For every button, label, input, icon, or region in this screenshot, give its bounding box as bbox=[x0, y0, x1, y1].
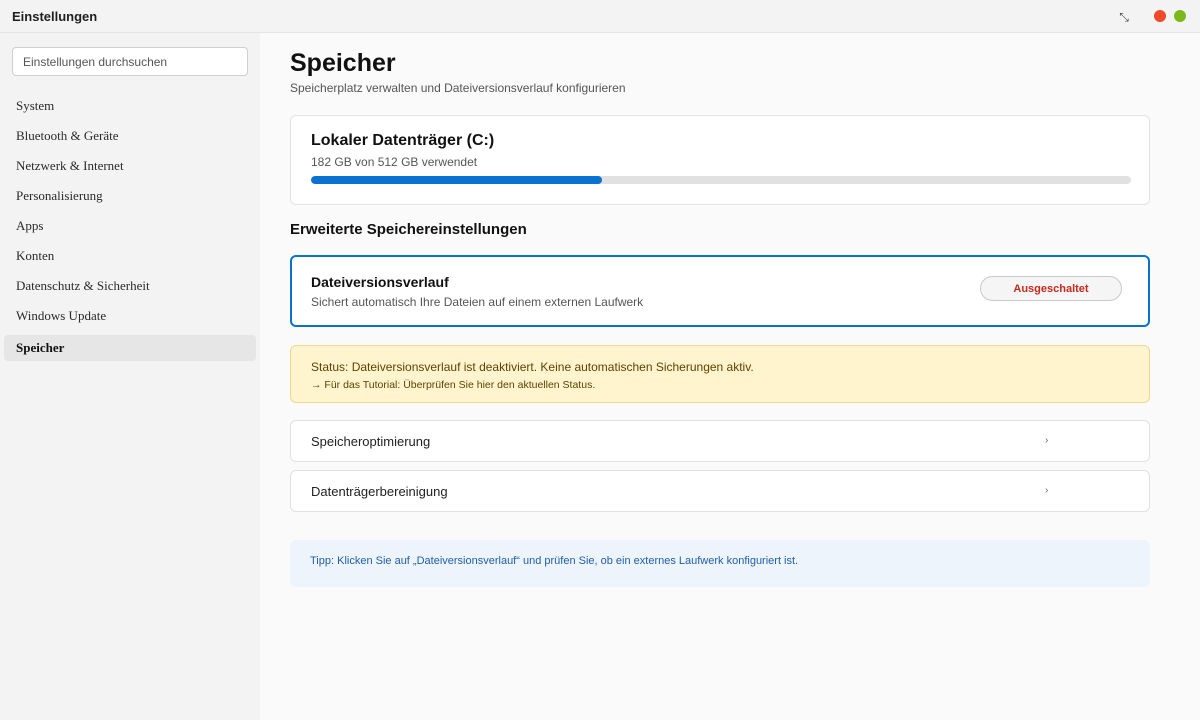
disk-title: Lokaler Datenträger (C:) bbox=[311, 132, 495, 149]
status-banner: Status: Dateiversionsverlauf ist deaktiv… bbox=[290, 345, 1150, 403]
file-history-title: Dateiversionsverlauf bbox=[311, 274, 449, 290]
disk-card: Lokaler Datenträger (C:) 182 GB von 512 … bbox=[290, 115, 1150, 205]
window-title: Einstellungen bbox=[12, 9, 98, 24]
resize-icon[interactable]: ⤡ bbox=[1116, 9, 1132, 25]
disk-usage-fill bbox=[311, 176, 603, 184]
row-label: Datenträgerbereinigung bbox=[311, 484, 448, 499]
disk-usage-text: 182 GB von 512 GB verwendet bbox=[311, 155, 478, 169]
status-hint: → Für das Tutorial: Überprüfen Sie hier … bbox=[311, 379, 596, 391]
file-history-description: Sichert automatisch Ihre Dateien auf ein… bbox=[311, 295, 644, 309]
page-title: Speicher bbox=[290, 49, 396, 77]
title-bar: Einstellungen ⤡ bbox=[0, 0, 1200, 33]
section-heading: Erweiterte Speichereinstellungen bbox=[290, 221, 527, 238]
main-content: Speicher Speicherplatz verwalten und Dat… bbox=[260, 33, 1200, 720]
row-storage-sense[interactable]: Speicheroptimierung › bbox=[290, 420, 1150, 462]
chevron-right-icon: › bbox=[1045, 435, 1049, 446]
disk-usage-bar bbox=[311, 176, 1131, 184]
search-input[interactable] bbox=[12, 47, 248, 76]
sidebar-item-storage[interactable]: Speicher bbox=[4, 335, 256, 361]
tip-box: Tipp: Klicken Sie auf „Dateiversionsverl… bbox=[290, 540, 1150, 587]
page-subtitle: Speicherplatz verwalten und Dateiversion… bbox=[290, 81, 626, 95]
sidebar-item-network[interactable]: Netzwerk & Internet bbox=[4, 153, 256, 179]
maximize-dot-icon[interactable] bbox=[1174, 10, 1186, 22]
sidebar-item-personalization[interactable]: Personalisierung bbox=[4, 183, 256, 209]
file-history-card[interactable]: Dateiversionsverlauf Sichert automatisch… bbox=[290, 255, 1150, 327]
sidebar-item-bluetooth[interactable]: Bluetooth & Geräte bbox=[4, 123, 256, 149]
status-text: Status: Dateiversionsverlauf ist deaktiv… bbox=[311, 360, 754, 374]
file-history-toggle-button[interactable]: Ausgeschaltet bbox=[980, 276, 1122, 301]
sidebar-item-privacy[interactable]: Datenschutz & Sicherheit bbox=[4, 273, 256, 299]
sidebar-item-system[interactable]: System bbox=[4, 93, 256, 119]
sidebar-item-apps[interactable]: Apps bbox=[4, 213, 256, 239]
settings-window: Einstellungen ⤡ System Bluetooth & Gerät… bbox=[0, 0, 1200, 720]
close-dot-icon[interactable] bbox=[1154, 10, 1166, 22]
row-disk-cleanup[interactable]: Datenträgerbereinigung › bbox=[290, 470, 1150, 512]
sidebar-item-accounts[interactable]: Konten bbox=[4, 243, 256, 269]
sidebar-item-windows-update[interactable]: Windows Update bbox=[4, 303, 256, 329]
tip-text: Tipp: Klicken Sie auf „Dateiversionsverl… bbox=[310, 555, 799, 567]
sidebar: System Bluetooth & Geräte Netzwerk & Int… bbox=[0, 33, 260, 720]
chevron-right-icon: › bbox=[1045, 485, 1049, 496]
row-label: Speicheroptimierung bbox=[311, 434, 431, 449]
